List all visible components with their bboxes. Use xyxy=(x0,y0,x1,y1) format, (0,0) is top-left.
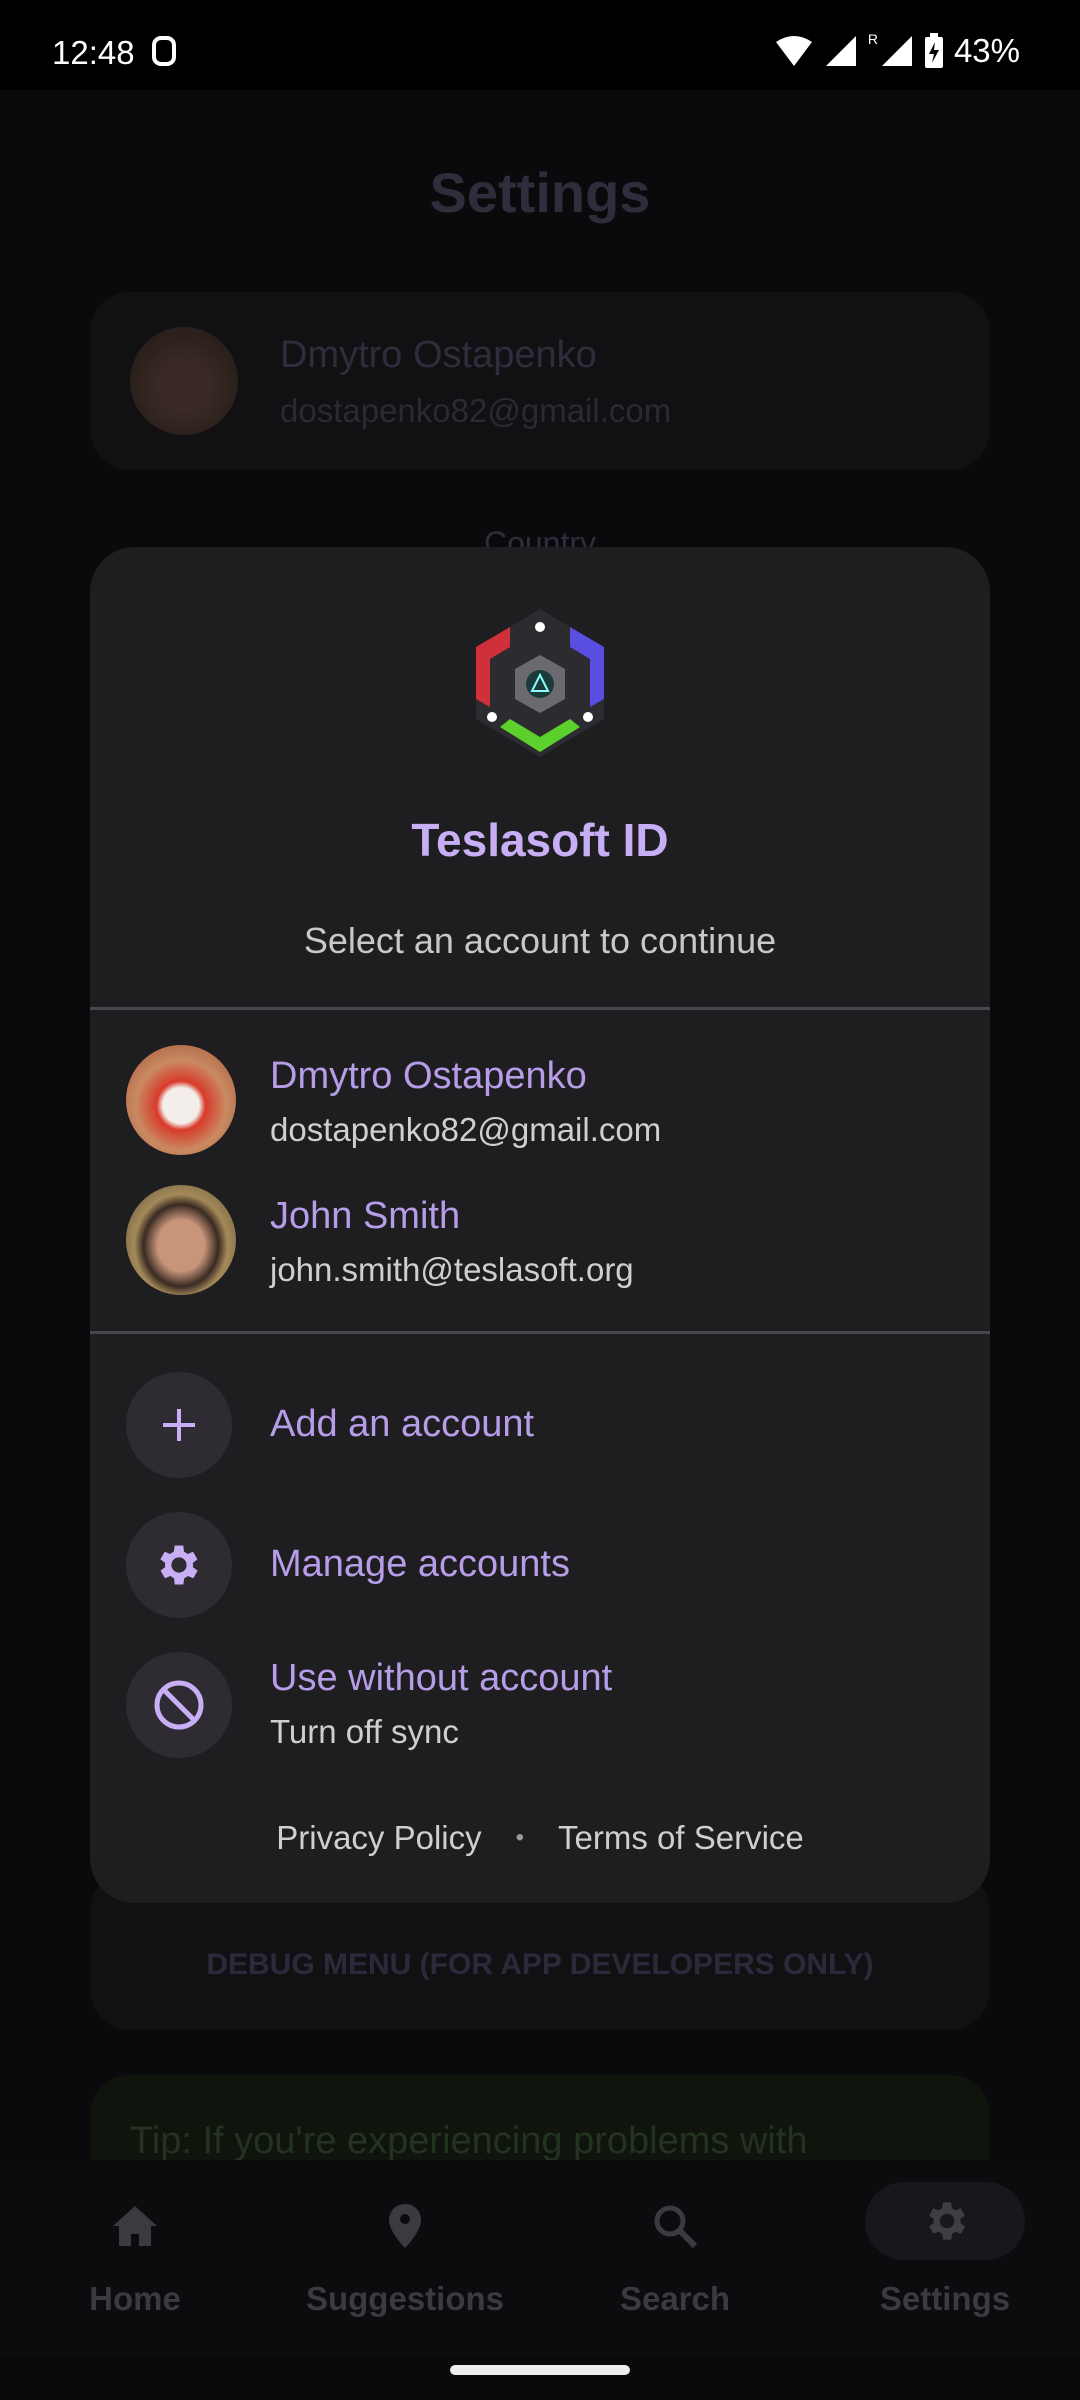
dialog-subtitle: Select an account to continue xyxy=(303,920,777,961)
account-name: John Smith xyxy=(270,1195,461,1237)
dialog-footer: Privacy Policy • Terms of Service xyxy=(90,1819,990,1857)
account-avatar xyxy=(126,1185,236,1295)
action-label: Use without account xyxy=(270,1657,613,1699)
block-icon xyxy=(154,1680,204,1730)
gesture-bar[interactable] xyxy=(450,2365,630,2375)
profile-avatar xyxy=(130,327,238,435)
home-icon xyxy=(113,2206,157,2246)
account-name: Dmytro Ostapenko xyxy=(270,1055,587,1097)
nav-active-indicator xyxy=(865,2182,1025,2260)
status-bar: 12:48 R 43% xyxy=(0,0,1080,90)
gear-icon-circle xyxy=(126,1512,232,1618)
profile-name: Dmytro Ostapenko xyxy=(280,334,597,376)
signal-icon xyxy=(825,36,856,66)
page-title: Settings xyxy=(429,161,651,224)
account-item[interactable]: Dmytro Ostapenko dostapenko82@gmail.com xyxy=(90,1037,990,1167)
footer-separator: • xyxy=(515,1824,525,1851)
signal-icon-2 xyxy=(881,36,912,66)
account-email: dostapenko82@gmail.com xyxy=(270,1111,662,1148)
divider xyxy=(90,1331,990,1334)
location-pin-icon xyxy=(389,2204,421,2248)
account-avatar xyxy=(126,1045,236,1155)
status-time: 12:48 xyxy=(52,34,135,71)
search-icon xyxy=(654,2205,698,2249)
plus-icon xyxy=(163,1409,195,1441)
gear-icon xyxy=(160,1545,198,1585)
account-email: john.smith@teslasoft.org xyxy=(270,1251,634,1288)
action-label: Manage accounts xyxy=(270,1543,570,1585)
action-sublabel: Turn off sync xyxy=(270,1713,459,1750)
divider xyxy=(90,1007,990,1010)
action-label: Add an account xyxy=(270,1403,535,1445)
profile-card[interactable]: Dmytro Ostapenko dostapenko82@gmail.com xyxy=(90,292,990,470)
block-icon-circle xyxy=(126,1652,232,1758)
nav-home[interactable]: Home xyxy=(0,2160,270,2355)
nav-suggestions[interactable]: Suggestions xyxy=(270,2160,540,2355)
use-without-account-button[interactable]: Use without account Turn off sync xyxy=(90,1647,990,1763)
manage-accounts-button[interactable]: Manage accounts xyxy=(90,1507,990,1623)
nav-settings[interactable]: Settings xyxy=(810,2160,1080,2355)
teslasoft-logo xyxy=(476,609,604,757)
account-picker-dialog: Teslasoft ID Select an account to contin… xyxy=(90,547,990,1903)
nav-label: Settings xyxy=(879,2280,1011,2317)
bottom-nav: Home Suggestions Search Settings xyxy=(0,2160,1080,2355)
terms-of-service-link[interactable]: Terms of Service xyxy=(558,1819,804,1857)
nav-label: Search xyxy=(619,2280,731,2317)
profile-email: dostapenko82@gmail.com xyxy=(280,392,672,429)
battery-charging-icon xyxy=(924,33,943,68)
notification-icon xyxy=(152,36,176,66)
battery-percent: 43% xyxy=(953,32,1020,69)
roaming-indicator: R xyxy=(867,31,878,47)
nav-label: Suggestions xyxy=(305,2280,505,2317)
status-icons: R 43% xyxy=(774,31,1020,70)
plus-icon-circle xyxy=(126,1372,232,1478)
privacy-policy-link[interactable]: Privacy Policy xyxy=(276,1819,481,1857)
gear-icon xyxy=(929,2202,965,2240)
nav-label: Home xyxy=(89,2280,181,2317)
account-item[interactable]: John Smith john.smith@teslasoft.org xyxy=(90,1177,990,1307)
nav-search[interactable]: Search xyxy=(540,2160,810,2355)
add-account-button[interactable]: Add an account xyxy=(90,1367,990,1483)
wifi-icon xyxy=(775,36,812,66)
dialog-title: Teslasoft ID xyxy=(411,814,669,866)
